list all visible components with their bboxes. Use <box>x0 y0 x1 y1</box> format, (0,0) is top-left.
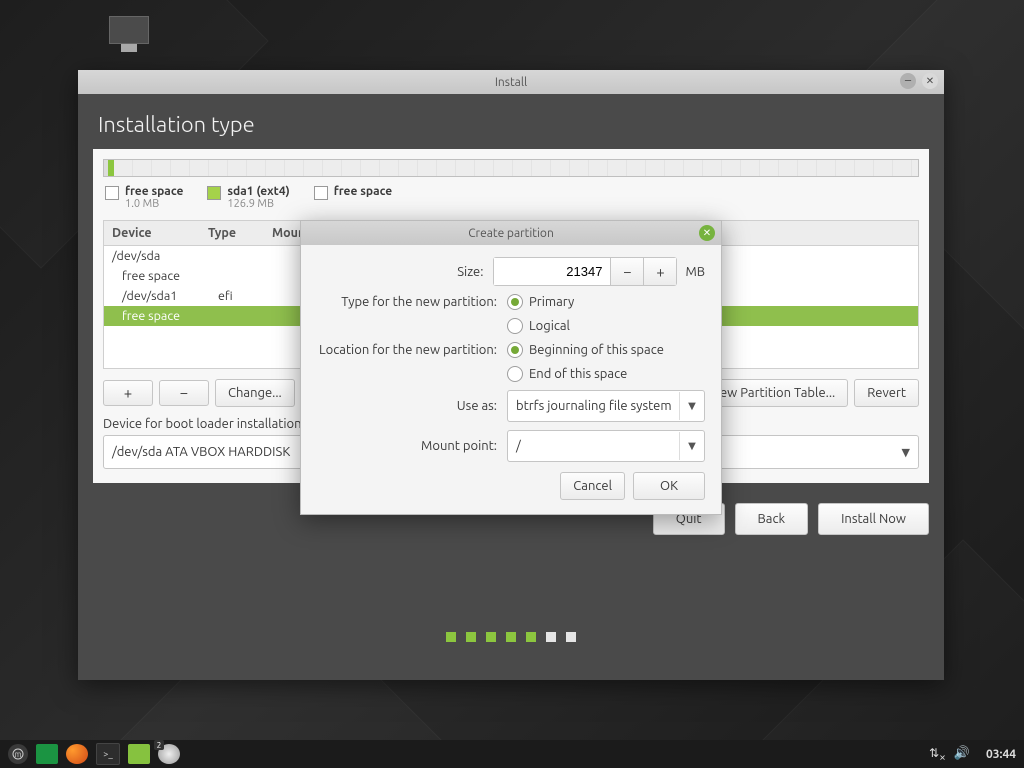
swatch-icon <box>314 186 328 200</box>
pager-dot <box>466 632 476 642</box>
system-tray: ⇅✕ 🔊 <box>929 746 970 762</box>
chevron-down-icon: ▼ <box>679 392 704 420</box>
radio-end[interactable] <box>507 366 523 382</box>
change-partition-button[interactable]: Change... <box>215 379 295 407</box>
mountpoint-label: Mount point: <box>317 439 497 453</box>
chevron-down-icon: ▼ <box>679 432 704 460</box>
clock[interactable]: 03:44 <box>986 748 1016 761</box>
size-decrement-button[interactable]: − <box>610 257 644 286</box>
radio-logical[interactable] <box>507 318 523 334</box>
network-icon[interactable]: ⇅✕ <box>929 746 946 762</box>
legend-item: sda1 (ext4) 126.9 MB <box>207 185 289 210</box>
volume-icon[interactable]: 🔊 <box>954 746 970 761</box>
create-partition-dialog: Create partition ✕ Size: − + MB Type for… <box>300 220 722 515</box>
chevron-down-icon: ▼ <box>902 446 910 459</box>
swatch-icon <box>105 186 119 200</box>
ok-button[interactable]: OK <box>633 472 705 500</box>
window-title: Install <box>495 76 527 89</box>
useas-label: Use as: <box>317 399 497 413</box>
radio-primary[interactable] <box>507 294 523 310</box>
minimize-button[interactable]: ─ <box>900 73 916 89</box>
size-unit: MB <box>685 265 705 279</box>
svg-text:m: m <box>15 750 22 759</box>
size-label: Size: <box>317 265 483 279</box>
size-increment-button[interactable]: + <box>644 257 677 286</box>
wizard-pager <box>78 632 944 642</box>
swatch-icon <box>207 186 221 200</box>
size-input[interactable] <box>493 257 610 286</box>
dialog-title: Create partition <box>468 227 554 240</box>
disk-usage-bar[interactable] <box>103 159 919 177</box>
size-spinner: − + <box>493 257 677 286</box>
desktop-icon-computer[interactable] <box>105 16 153 64</box>
files-icon[interactable] <box>128 744 150 764</box>
partition-location-label: Location for the new partition: <box>317 343 497 357</box>
legend-item: free space <box>314 185 392 200</box>
cancel-button[interactable]: Cancel <box>560 472 625 500</box>
useas-combo[interactable]: btrfs journaling file system ▼ <box>507 390 705 422</box>
dialog-titlebar[interactable]: Create partition ✕ <box>301 221 721 245</box>
taskbar[interactable]: m >_ 2 ⇅✕ 🔊 03:44 <box>0 740 1024 768</box>
pager-dot <box>526 632 536 642</box>
menu-icon[interactable]: m <box>8 744 28 764</box>
remove-partition-button[interactable]: − <box>159 380 209 406</box>
installer-task-icon[interactable]: 2 <box>158 744 180 764</box>
back-button[interactable]: Back <box>735 503 809 535</box>
disk-legend: free space 1.0 MB sda1 (ext4) 126.9 MB f… <box>103 183 919 220</box>
pager-dot <box>546 632 556 642</box>
window-titlebar[interactable]: Install ─ ✕ <box>78 70 944 94</box>
show-desktop-icon[interactable] <box>36 744 58 764</box>
pager-dot <box>486 632 496 642</box>
install-now-button[interactable]: Install Now <box>818 503 929 535</box>
revert-button[interactable]: Revert <box>854 379 919 407</box>
radio-beginning[interactable] <box>507 342 523 358</box>
mountpoint-combo[interactable]: / ▼ <box>507 430 705 462</box>
add-partition-button[interactable]: + <box>103 380 153 406</box>
pager-dot <box>506 632 516 642</box>
dialog-close-button[interactable]: ✕ <box>699 225 715 241</box>
legend-item: free space 1.0 MB <box>105 185 183 210</box>
page-title: Installation type <box>78 94 944 149</box>
pager-dot <box>446 632 456 642</box>
pager-dot <box>566 632 576 642</box>
terminal-icon[interactable]: >_ <box>96 743 120 765</box>
close-button[interactable]: ✕ <box>922 73 938 89</box>
partition-type-label: Type for the new partition: <box>317 295 497 309</box>
firefox-icon[interactable] <box>66 744 88 764</box>
